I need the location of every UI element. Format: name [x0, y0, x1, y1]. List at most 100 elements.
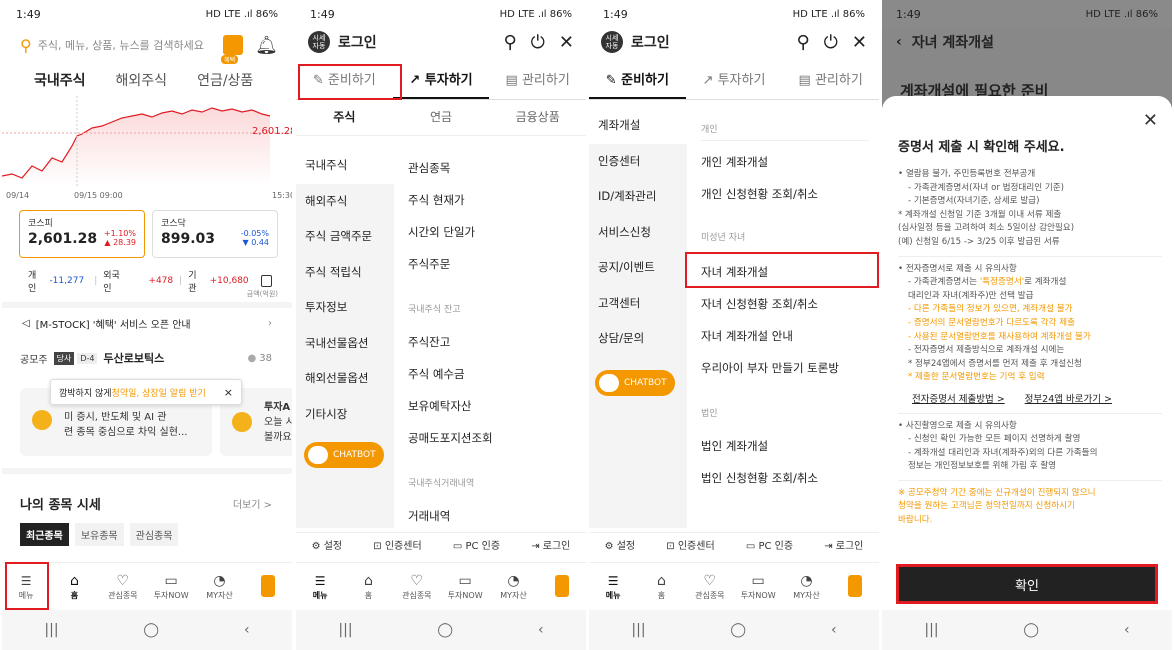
menu-watchlist[interactable]: 관심종목: [394, 160, 450, 176]
settings-link[interactable]: ⚙ 설정: [312, 537, 343, 552]
ipo-alert-tooltip[interactable]: 깜박하지 않게 청약일, 상장일 알림 받기 ×: [50, 379, 242, 405]
cat-customer-center[interactable]: 고객센터: [589, 286, 687, 322]
recents-icon[interactable]: |||: [44, 622, 58, 638]
bell-icon[interactable]: 🔔︎: [255, 35, 278, 56]
login-footer-link[interactable]: ⇥ 로그인: [531, 537, 570, 552]
cat-info[interactable]: 투자정보: [296, 290, 394, 326]
menu-deposit[interactable]: 주식 예수금: [394, 366, 465, 382]
cat-consult[interactable]: 상담/문의: [589, 321, 687, 357]
menu-corp-open[interactable]: 법인 계좌개설: [687, 438, 768, 454]
search-icon[interactable]: ⚲: [503, 32, 516, 53]
menu-quote[interactable]: 주식 현재가: [394, 192, 465, 208]
cat-savings[interactable]: 주식 적립식: [296, 255, 394, 291]
tab-my-assets[interactable]: ◔ MY자산: [195, 572, 243, 601]
settings-link[interactable]: ⚙ 설정: [605, 537, 636, 552]
menu-history[interactable]: 거래내역: [394, 508, 450, 524]
search-bar[interactable]: ⚲ 주식, 메뉴, 상품, 뉴스를 검색하세요 혜택 🔔︎: [20, 32, 278, 64]
tab-my-assets[interactable]: ◔ MY자산: [782, 572, 830, 601]
back-icon[interactable]: ‹: [244, 622, 250, 638]
gift-icon[interactable]: 혜택: [221, 35, 244, 64]
e-cert-guide-link[interactable]: 전자증명서 제출방법 >: [912, 393, 1005, 407]
tab-invest[interactable]: ↗ 투자하기: [392, 64, 490, 99]
power-icon[interactable]: ⏻: [824, 32, 838, 53]
menu-personal-open[interactable]: 개인 계좌개설: [687, 154, 768, 170]
chip-recent[interactable]: 최근종목: [20, 523, 69, 546]
menu-balance[interactable]: 주식잔고: [394, 334, 450, 350]
menu-child-status[interactable]: 자녀 신청현황 조회/취소: [687, 296, 818, 312]
cat-account-open[interactable]: 계좌개설: [589, 108, 687, 144]
login-link[interactable]: 로그인: [631, 32, 782, 52]
kosdaq-card[interactable]: 코스닥 899.03 -0.05% ▼ 0.44: [152, 210, 278, 258]
recents-icon[interactable]: |||: [924, 622, 938, 638]
tab-menu[interactable]: ☰ 메뉴: [589, 572, 637, 601]
cat-service[interactable]: 서비스신청: [589, 215, 687, 251]
kospi-card[interactable]: 코스피 2,601.28 +1.10% ▲ 28.39: [19, 210, 145, 258]
close-icon[interactable]: ✕: [559, 32, 574, 53]
gov24-link[interactable]: 정부24앱 바로가기 >: [1025, 393, 1112, 407]
subtab-products[interactable]: 금융상품: [489, 108, 586, 135]
back-icon[interactable]: ‹: [1124, 622, 1130, 638]
chatbot-button[interactable]: CHATBOT: [595, 370, 675, 396]
menu-after-hours[interactable]: 시간외 단일가: [394, 224, 475, 240]
home-circle-icon[interactable]: ◯: [730, 622, 746, 638]
menu-assets[interactable]: 보유예탁자산: [394, 398, 471, 414]
app-switch-button[interactable]: [831, 575, 879, 597]
close-icon[interactable]: ✕: [852, 32, 867, 53]
tab-menu[interactable]: ☰ 메뉴: [296, 572, 344, 601]
back-icon[interactable]: ‹: [831, 622, 837, 638]
recents-icon[interactable]: |||: [338, 622, 352, 638]
tab-invest-now[interactable]: ▭ 투자NOW: [734, 572, 782, 601]
tab-home[interactable]: ⌂ 홈: [344, 572, 392, 601]
app-switch-button[interactable]: [244, 575, 292, 597]
home-circle-icon[interactable]: ◯: [143, 622, 159, 638]
tab-watchlist[interactable]: ♡ 관심종목: [686, 572, 734, 601]
tab-manage[interactable]: ▤ 관리하기: [489, 64, 586, 99]
login-footer-link[interactable]: ⇥ 로그인: [824, 537, 863, 552]
menu-personal-status[interactable]: 개인 신청현황 조회/취소: [687, 186, 818, 202]
search-input[interactable]: 주식, 메뉴, 상품, 뉴스를 검색하세요: [38, 37, 223, 53]
cat-amount-order[interactable]: 주식 금액주문: [296, 219, 394, 255]
cert-center-link[interactable]: ⊡ 인증센터: [373, 537, 421, 552]
subtab-pension[interactable]: 연금: [393, 108, 490, 135]
cat-overseas[interactable]: 해외주식: [296, 184, 394, 220]
tab-my-assets[interactable]: ◔ MY자산: [489, 572, 537, 601]
cert-center-link[interactable]: ⊡ 인증센터: [666, 537, 714, 552]
pc-auth-link[interactable]: ▭ PC 인증: [746, 537, 793, 552]
home-circle-icon[interactable]: ◯: [1023, 622, 1039, 638]
cat-cert-center[interactable]: 인증센터: [589, 144, 687, 180]
cat-other[interactable]: 기타시장: [296, 397, 394, 433]
cat-domestic[interactable]: 국내주식: [296, 148, 394, 184]
tab-home[interactable]: ⌂ 홈: [637, 572, 685, 601]
tab-prepare[interactable]: ✎ 준비하기: [589, 64, 686, 99]
tab-invest[interactable]: ↗ 투자하기: [686, 64, 783, 99]
cat-notice-event[interactable]: 공지/이벤트: [589, 250, 687, 286]
recents-icon[interactable]: |||: [631, 622, 645, 638]
menu-short-position[interactable]: 공매도포지션조회: [394, 430, 493, 446]
menu-order[interactable]: 주식주문: [394, 256, 450, 272]
back-icon[interactable]: ‹: [538, 622, 544, 638]
tab-home[interactable]: ⌂ 홈: [50, 572, 98, 601]
search-icon[interactable]: ⚲: [796, 32, 809, 53]
notice-row[interactable]: ◁ [M-STOCK] '혜택' 서비스 오픈 안내 ›: [22, 316, 272, 331]
subtab-stock[interactable]: 주식: [296, 108, 393, 135]
chart-toggle-icon[interactable]: [260, 275, 272, 287]
pc-auth-link[interactable]: ▭ PC 인증: [453, 537, 500, 552]
close-icon[interactable]: ✕: [1143, 110, 1158, 131]
chatbot-button[interactable]: CHATBOT: [304, 442, 384, 468]
login-link[interactable]: 로그인: [338, 32, 489, 52]
tab-watchlist[interactable]: ♡ 관심종목: [393, 572, 441, 601]
close-icon[interactable]: ×: [224, 386, 233, 399]
cat-id-account[interactable]: ID/계좌관리: [589, 179, 687, 215]
cat-overseas-futures[interactable]: 해외선물옵션: [296, 361, 394, 397]
tab-invest-now[interactable]: ▭ 투자NOW: [441, 572, 489, 601]
menu-child-guide[interactable]: 자녀 계좌개설 안내: [687, 328, 793, 344]
confirm-button[interactable]: 확인: [896, 564, 1158, 604]
tab-watchlist[interactable]: ♡ 관심종목: [99, 572, 147, 601]
chip-watch[interactable]: 관심종목: [129, 523, 179, 546]
tab-invest-now[interactable]: ▭ 투자NOW: [147, 572, 195, 601]
ipo-row[interactable]: 공모주 당사 D-4 두산로보틱스 ● 38: [20, 350, 272, 366]
menu-child-forum[interactable]: 우리아이 부자 만들기 토론방: [687, 360, 839, 376]
more-link[interactable]: 더보기 >: [233, 496, 272, 511]
home-circle-icon[interactable]: ◯: [437, 622, 453, 638]
cat-futures[interactable]: 국내선물옵션: [296, 326, 394, 362]
